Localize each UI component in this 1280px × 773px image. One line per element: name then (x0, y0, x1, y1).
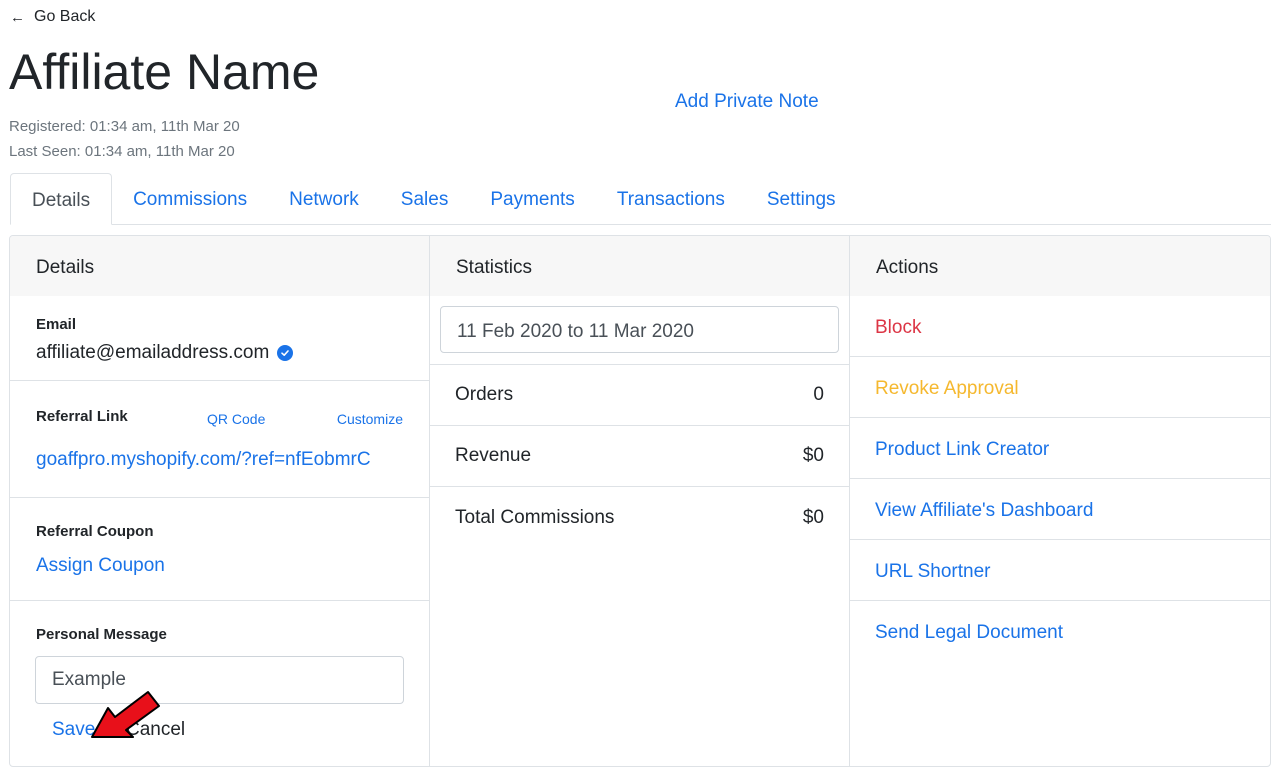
email-value: affiliate@emailaddress.com (36, 342, 270, 363)
go-back-link[interactable]: ← Go Back (10, 8, 95, 26)
actions-column: Actions Block Revoke Approval Product Li… (850, 236, 1270, 766)
verified-check-icon (277, 345, 294, 361)
stat-value: $0 (802, 445, 824, 466)
statistics-column: Statistics 11 Feb 2020 to 11 Mar 2020 Or… (430, 236, 850, 766)
stat-value: $0 (802, 506, 824, 528)
stat-label: Total Commissions (455, 506, 615, 528)
last-seen-date: Last Seen: 01:34 am, 11th Mar 20 (9, 143, 235, 160)
details-column: Details Email affiliate@emailaddress.com… (10, 236, 430, 766)
actions-heading: Actions (850, 236, 1270, 296)
stat-label: Orders (455, 384, 514, 405)
tab-bar: Details Commissions Network Sales Paymen… (10, 173, 1271, 225)
page-title: Affiliate Name (9, 44, 320, 100)
statistics-heading: Statistics (430, 236, 849, 296)
details-heading: Details (10, 236, 429, 296)
send-legal-document-action[interactable]: Send Legal Document (850, 601, 1270, 662)
arrow-left-icon: ← (10, 8, 25, 26)
tab-transactions[interactable]: Transactions (596, 173, 746, 224)
referral-link-url[interactable]: goaffpro.myshopify.com/?ref=nfEobmrC (36, 449, 371, 471)
referral-coupon-section: Referral Coupon Assign Coupon (10, 498, 429, 601)
personal-message-label: Personal Message (36, 626, 167, 643)
view-affiliate-dashboard-action[interactable]: View Affiliate's Dashboard (850, 479, 1270, 540)
referral-coupon-label: Referral Coupon (36, 523, 154, 540)
tab-details[interactable]: Details (10, 173, 113, 225)
email-label: Email (36, 316, 77, 333)
tab-sales[interactable]: Sales (380, 173, 470, 224)
tab-network[interactable]: Network (268, 173, 380, 224)
url-shortner-action[interactable]: URL Shortner (850, 540, 1270, 601)
tab-payments[interactable]: Payments (469, 173, 595, 224)
tab-settings[interactable]: Settings (746, 173, 857, 224)
stat-row-total-commissions: Total Commissions $0 (430, 487, 849, 548)
date-range-wrapper: 11 Feb 2020 to 11 Mar 2020 (430, 296, 849, 365)
assign-coupon-link[interactable]: Assign Coupon (36, 555, 165, 577)
stat-row-orders: Orders 0 (430, 365, 849, 426)
product-link-creator-action[interactable]: Product Link Creator (850, 418, 1270, 479)
date-range-picker[interactable]: 11 Feb 2020 to 11 Mar 2020 (440, 306, 839, 353)
qr-code-link[interactable]: QR Code (207, 411, 265, 427)
affiliate-panel: Details Email affiliate@emailaddress.com… (9, 235, 1271, 767)
red-arrow-annotation-icon (91, 691, 160, 738)
add-private-note-link[interactable]: Add Private Note (675, 91, 819, 113)
referral-link-section: Referral Link QR Code Customize goaffpro… (10, 381, 429, 498)
stat-row-revenue: Revenue $0 (430, 426, 849, 487)
referral-link-label: Referral Link (36, 408, 128, 425)
email-row: affiliate@emailaddress.com (36, 342, 294, 364)
stat-label: Revenue (455, 445, 532, 466)
revoke-approval-action[interactable]: Revoke Approval (850, 357, 1270, 418)
tab-commissions[interactable]: Commissions (112, 173, 268, 224)
block-action[interactable]: Block (850, 296, 1270, 357)
customize-link[interactable]: Customize (337, 411, 403, 427)
go-back-label: Go Back (34, 8, 96, 25)
registered-date: Registered: 01:34 am, 11th Mar 20 (9, 118, 240, 135)
stat-value: 0 (813, 384, 824, 405)
email-section: Email affiliate@emailaddress.com (10, 296, 429, 381)
personal-message-section: Personal Message Save Cancel (10, 601, 429, 766)
